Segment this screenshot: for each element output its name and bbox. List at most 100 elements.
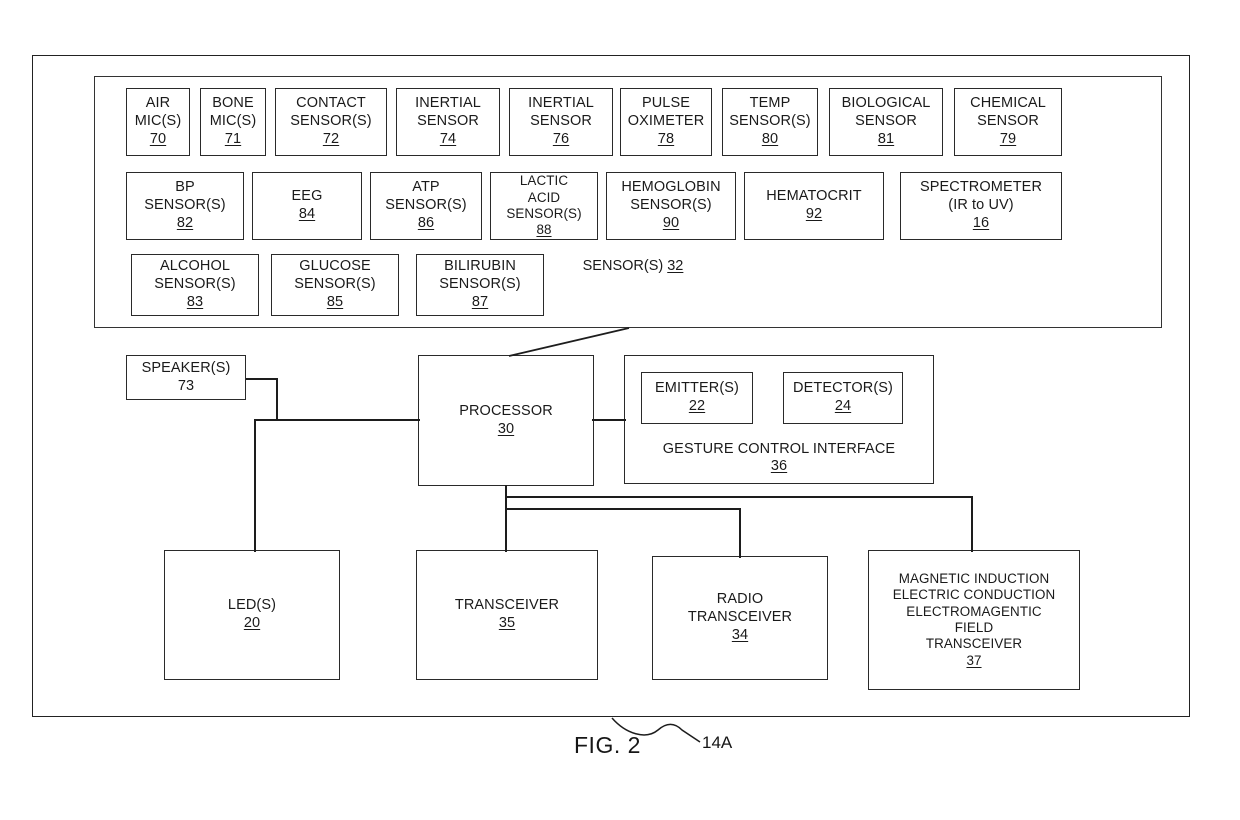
processor-label: PROCESSOR (459, 402, 553, 419)
sensor-box-hematocrit[interactable]: HEMATOCRIT 92 (744, 172, 884, 240)
sensor-ref-number: 85 (326, 293, 344, 310)
magnetic-label-line: MAGNETIC INDUCTION (898, 570, 1050, 586)
emitter-label: EMITTER(S) (655, 380, 739, 397)
sensor-label-line: SENSOR (977, 113, 1039, 130)
detector-ref-number: 24 (834, 398, 852, 414)
sensor-label-line: HEMOGLOBIN (621, 179, 721, 196)
sensor-box-eeg[interactable]: EEG 84 (252, 172, 362, 240)
sensor-label-line: BP (175, 179, 195, 196)
wire-processor-to-gesture (592, 419, 626, 421)
sensor-label-line: TEMP (749, 95, 791, 112)
sensor-label-line: INERTIAL (415, 95, 481, 112)
sensor-box-lactic-acid-sensor[interactable]: LACTIC ACID SENSOR(S) 88 (490, 172, 598, 240)
radio-transceiver-ref-number: 34 (731, 626, 749, 643)
sensor-label-line: SENSOR(S) (630, 197, 712, 214)
wire-bus-to-magnetic (971, 496, 973, 552)
sensor-label-line: CONTACT (296, 95, 366, 112)
sensor-group-label: SENSOR(S) 32 (578, 257, 688, 275)
wire-bus-to-processor (254, 419, 420, 421)
magnetic-label-line: ELECTROMAGENTIC (906, 603, 1042, 619)
sensor-label-line: BONE (212, 95, 254, 112)
sensor-ref-number: 88 (536, 222, 552, 238)
sensor-box-temp-sensor[interactable]: TEMP SENSOR(S) 80 (722, 88, 818, 156)
sensor-label-line: ATP (412, 179, 440, 196)
wire-bus-lower (505, 508, 740, 510)
detector-label: DETECTOR(S) (793, 380, 893, 397)
sensor-group-label-text: SENSOR(S) (582, 258, 664, 274)
sensor-box-glucose-sensor[interactable]: GLUCOSE SENSOR(S) 85 (271, 254, 399, 316)
radio-transceiver-block[interactable]: RADIO TRANSCEIVER 34 (652, 556, 828, 680)
sensor-box-biological-sensor[interactable]: BIOLOGICAL SENSOR 81 (829, 88, 943, 156)
transceiver-block[interactable]: TRANSCEIVER 35 (416, 550, 598, 680)
radio-transceiver-label: RADIO (716, 591, 764, 608)
sensor-label-line: INERTIAL (528, 95, 594, 112)
sensor-label-line: SENSOR (855, 113, 917, 130)
speaker-label: SPEAKER(S) (141, 359, 231, 376)
magnetic-label-line: TRANSCEIVER (925, 636, 1023, 652)
sensor-box-air-mic[interactable]: AIR MIC(S) 70 (126, 88, 190, 156)
sensor-box-atp-sensor[interactable]: ATP SENSOR(S) 86 (370, 172, 482, 240)
sensor-label-line: SENSOR(S) (506, 206, 582, 221)
wire-bus-upper (505, 496, 972, 498)
sensor-label-line: (IR to UV) (948, 197, 1014, 214)
sensor-label-line: MIC(S) (134, 113, 182, 130)
sensor-group-ref-number: 32 (667, 258, 684, 274)
sensor-label-line: CHEMICAL (970, 95, 1046, 112)
gesture-control-label: GESTURE CONTROL INTERFACE (662, 440, 896, 457)
sensor-box-bp-sensor[interactable]: BP SENSOR(S) 82 (126, 172, 244, 240)
sensor-ref-number: 92 (805, 206, 823, 222)
sensor-box-inertial-sensor-76[interactable]: INERTIAL SENSOR 76 (509, 88, 613, 156)
sensor-label-line: SENSOR(S) (290, 113, 372, 130)
sensor-label-line: OXIMETER (627, 113, 705, 130)
processor-block[interactable]: PROCESSOR 30 (418, 355, 594, 486)
wire-speaker-to-bus (246, 378, 278, 380)
sensor-box-hemoglobin-sensor[interactable]: HEMOGLOBIN SENSOR(S) 90 (606, 172, 736, 240)
led-block[interactable]: LED(S) 20 (164, 550, 340, 680)
transceiver-label: TRANSCEIVER (454, 597, 560, 614)
sensor-label-line: SENSOR(S) (144, 197, 226, 214)
sensor-label-line: BILIRUBIN (444, 258, 516, 275)
sensor-label-line: SENSOR(S) (729, 113, 811, 130)
emitter-block[interactable]: EMITTER(S) 22 (641, 372, 753, 424)
sensor-ref-number: 74 (439, 130, 457, 147)
sensor-label-line: ALCOHOL (160, 258, 230, 275)
sensor-label-line: BIOLOGICAL (841, 95, 931, 112)
magnetic-ref-number: 37 (966, 652, 982, 668)
wire-bus-to-radio (739, 508, 741, 558)
sensor-box-bilirubin-sensor[interactable]: BILIRUBIN SENSOR(S) 87 (416, 254, 544, 316)
sensor-label-line: SPECTROMETER (919, 179, 1043, 196)
magnetic-induction-transceiver-block[interactable]: MAGNETIC INDUCTION ELECTRIC CONDUCTION E… (868, 550, 1080, 690)
magnetic-label-line: ELECTRIC CONDUCTION (892, 587, 1056, 603)
sensor-box-inertial-sensor-74[interactable]: INERTIAL SENSOR 74 (396, 88, 500, 156)
sensor-box-contact-sensor[interactable]: CONTACT SENSOR(S) 72 (275, 88, 387, 156)
sensor-box-spectrometer[interactable]: SPECTROMETER (IR to UV) 16 (900, 172, 1062, 240)
sensor-ref-number: 90 (662, 214, 680, 231)
sensor-label-line: AIR (145, 95, 171, 112)
sensor-ref-number: 16 (972, 214, 990, 231)
magnetic-label-line: FIELD (954, 620, 994, 635)
sensor-ref-number: 76 (552, 130, 570, 147)
figure-canvas: AIR MIC(S) 70 BONE MIC(S) 71 CONTACT SEN… (0, 0, 1240, 820)
sensor-ref-number: 71 (224, 130, 242, 147)
sensor-box-chemical-sensor[interactable]: CHEMICAL SENSOR 79 (954, 88, 1062, 156)
sensor-ref-number: 86 (417, 214, 435, 231)
sensor-ref-number: 87 (471, 293, 489, 310)
sensor-box-alcohol-sensor[interactable]: ALCOHOL SENSOR(S) 83 (131, 254, 259, 316)
sensor-box-pulse-oximeter[interactable]: PULSE OXIMETER 78 (620, 88, 712, 156)
sensor-ref-number: 84 (298, 206, 316, 222)
led-ref-number: 20 (243, 615, 261, 631)
radio-transceiver-label: TRANSCEIVER (687, 609, 793, 626)
sensor-label-line: SENSOR(S) (385, 197, 467, 214)
sensor-label-line: SENSOR(S) (154, 276, 236, 293)
wire-bus-to-led (254, 419, 256, 552)
sensor-label-line: GLUCOSE (299, 258, 371, 275)
sensor-ref-number: 72 (322, 130, 340, 147)
figure-caption: FIG. 2 (574, 732, 641, 758)
wire-speaker-drop (276, 378, 278, 420)
transceiver-ref-number: 35 (498, 615, 516, 631)
sensor-ref-number: 78 (657, 130, 675, 147)
sensor-box-bone-mic[interactable]: BONE MIC(S) 71 (200, 88, 266, 156)
speaker-block[interactable]: SPEAKER(S) 73 (126, 355, 246, 400)
detector-block[interactable]: DETECTOR(S) 24 (783, 372, 903, 424)
sensor-label-line: SENSOR (417, 113, 479, 130)
